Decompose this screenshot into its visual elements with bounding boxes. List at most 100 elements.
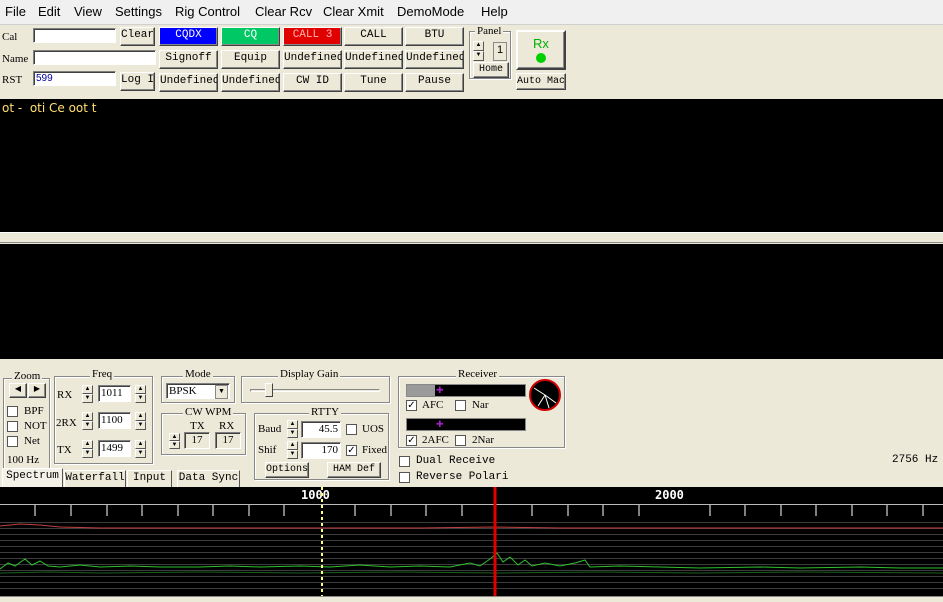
rx-indicator-icon [536, 53, 546, 63]
receive-pane[interactable]: ot - oti Ce oot t [0, 99, 943, 232]
macro-call3-button[interactable]: CALL 3 [283, 27, 342, 46]
panel-home-button[interactable]: Home [473, 62, 509, 78]
shift-down-icon[interactable]: ▼ [287, 450, 298, 459]
rx2-freq-up-icon[interactable]: ▲ [82, 412, 93, 421]
cw-tx-up-icon[interactable]: ▲ [169, 433, 180, 441]
shift-field[interactable]: 170 [301, 442, 341, 459]
nar2-checkbox[interactable] [455, 435, 466, 446]
rx2-freq-fine-up-icon[interactable]: ▲ [135, 412, 146, 421]
tab-waterfall[interactable]: Waterfall [64, 470, 126, 487]
net-checkbox[interactable] [7, 436, 18, 447]
reverse-polarity-checkbox[interactable] [399, 472, 410, 483]
menu-clear-rcv[interactable]: Clear Rcv [255, 4, 312, 19]
rx2-freq-down-icon[interactable]: ▼ [82, 421, 93, 430]
uos-checkbox[interactable] [346, 424, 357, 435]
tx-freq-down-icon[interactable]: ▼ [82, 449, 93, 458]
rx2-freq-field[interactable]: 1100 [98, 412, 131, 429]
panel-title: Panel [475, 25, 504, 37]
zoom-in-arrow-icon[interactable]: ▶ [28, 383, 46, 398]
net-label: Net [24, 435, 40, 447]
fixed-checkbox[interactable]: ✓ [346, 445, 357, 456]
menu-view[interactable]: View [74, 4, 102, 19]
menu-help[interactable]: Help [481, 4, 508, 19]
tab-data-sync[interactable]: Data Sync [177, 470, 240, 487]
tx-freq-fine-down-icon[interactable]: ▼ [135, 449, 146, 458]
macro-btu-button[interactable]: BTU [405, 27, 464, 46]
macro-call-button[interactable]: CALL [344, 27, 403, 46]
menu-file[interactable]: File [5, 4, 26, 19]
macro-undefined-button[interactable]: Undefined [405, 50, 464, 69]
call-label: Cal [2, 31, 18, 43]
rst-field[interactable] [33, 71, 116, 86]
macro-undefined-button[interactable]: Undefined [221, 73, 280, 92]
mode-select[interactable]: BPSK ▼ [166, 383, 230, 399]
macro-undefined-button[interactable]: Undefined [283, 50, 342, 69]
macro-undefined-button[interactable]: Undefined [344, 50, 403, 69]
receiver-marker-icon: ✚ [436, 385, 444, 395]
rx-freq-up-icon[interactable]: ▲ [82, 385, 93, 394]
menu-settings[interactable]: Settings [115, 4, 162, 19]
rtty-options-button[interactable]: Options [265, 462, 309, 478]
rx-freq-fine-down-icon[interactable]: ▼ [135, 394, 146, 403]
macro-tune-button[interactable]: Tune [344, 73, 403, 92]
menu-edit[interactable]: Edit [38, 4, 60, 19]
tx-freq-up-icon[interactable]: ▲ [82, 440, 93, 449]
receiver2-level-bar: ✚ [406, 418, 526, 431]
panel-up-arrow-icon[interactable]: ▲ [473, 41, 484, 51]
macro-pause-button[interactable]: Pause [405, 73, 464, 92]
panel-down-arrow-icon[interactable]: ▼ [473, 51, 484, 61]
baud-down-icon[interactable]: ▼ [287, 429, 298, 438]
shift-up-icon[interactable]: ▲ [287, 441, 298, 450]
call-field[interactable] [33, 28, 116, 43]
pane-splitter[interactable] [0, 232, 943, 243]
rx2-freq-fine-down-icon[interactable]: ▼ [135, 421, 146, 430]
menu-demomode[interactable]: DemoMode [397, 4, 464, 19]
nar-checkbox[interactable] [455, 400, 466, 411]
ham-def-button[interactable]: HAM Def [327, 462, 381, 478]
tab-input[interactable]: Input [127, 470, 172, 487]
dual-receive-checkbox[interactable] [399, 456, 410, 467]
chevron-down-icon[interactable]: ▼ [215, 385, 228, 399]
rx-freq-label: RX [57, 389, 73, 401]
mode-select-value: BPSK [169, 385, 197, 397]
rx-button[interactable]: Rx [516, 30, 566, 70]
spectrum-display[interactable]: 1000 2000 [0, 487, 943, 596]
name-field[interactable] [33, 50, 156, 65]
tx-freq-label: TX [57, 444, 72, 456]
clear-button[interactable]: Clear [120, 27, 155, 46]
macro-cqdx-button[interactable]: CQDX [159, 27, 218, 46]
baud-field[interactable]: 45.5 [301, 421, 341, 438]
auto-mac-button[interactable]: Auto Mac [516, 73, 566, 90]
baud-up-icon[interactable]: ▲ [287, 420, 298, 429]
macro-undefined-button[interactable]: Undefined [159, 73, 218, 92]
display-gain-title: Display Gain [278, 368, 341, 380]
fixed-label: Fixed [362, 444, 388, 456]
notch-checkbox[interactable] [7, 421, 18, 432]
transmit-pane[interactable] [0, 244, 943, 359]
macro-cw-id-button[interactable]: CW ID [283, 73, 342, 92]
macro-signoff-button[interactable]: Signoff [159, 50, 218, 69]
rx-freq-fine-up-icon[interactable]: ▲ [135, 385, 146, 394]
afc2-checkbox[interactable]: ✓ [406, 435, 417, 446]
rx-freq-field[interactable]: 1011 [98, 385, 131, 402]
mode-title: Mode [183, 368, 213, 380]
zoom-title: Zoom [12, 370, 43, 382]
display-gain-thumb[interactable] [265, 383, 273, 397]
log-it-button[interactable]: Log It [120, 72, 155, 91]
menu-clear-xmit[interactable]: Clear Xmit [323, 4, 384, 19]
macro-equip-button[interactable]: Equip [221, 50, 280, 69]
reverse-polarity-label: Reverse Polari [416, 471, 509, 483]
zoom-out-arrow-icon[interactable]: ◀ [9, 383, 27, 398]
tab-spectrum[interactable]: Spectrum [2, 468, 63, 487]
afc-checkbox[interactable]: ✓ [406, 400, 417, 411]
bpf-checkbox[interactable] [7, 406, 18, 417]
rx-button-label: Rx [533, 36, 549, 51]
tx-freq-field[interactable]: 1499 [98, 440, 131, 457]
cw-tx-field[interactable]: 17 [184, 432, 210, 449]
cw-rx-field[interactable]: 17 [215, 432, 241, 449]
rx-freq-down-icon[interactable]: ▼ [82, 394, 93, 403]
menu-rig-control[interactable]: Rig Control [175, 4, 240, 19]
macro-cq-button[interactable]: CQ [221, 27, 280, 46]
cw-tx-down-icon[interactable]: ▼ [169, 441, 180, 449]
tx-freq-fine-up-icon[interactable]: ▲ [135, 440, 146, 449]
